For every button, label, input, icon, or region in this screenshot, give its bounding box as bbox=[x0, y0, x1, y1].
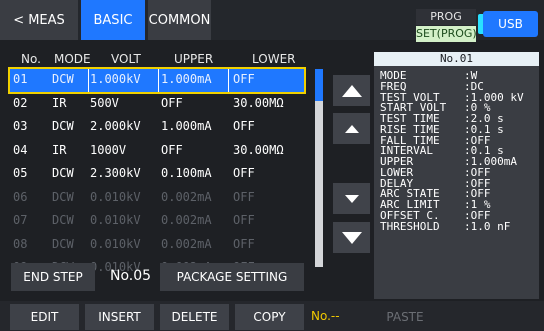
copy-button[interactable]: COPY bbox=[235, 304, 304, 330]
usb-button[interactable]: USB bbox=[478, 11, 538, 37]
scroll-down-button[interactable] bbox=[333, 183, 370, 214]
scroll-up-button[interactable] bbox=[333, 113, 370, 144]
row-lower: 30.00MΩ bbox=[233, 142, 284, 157]
table-row[interactable]: 05 DCW 2.300kV 0.100mA OFF bbox=[10, 163, 304, 186]
row-upper: 0.100mA bbox=[161, 166, 212, 180]
detail-value: :1.0 nF bbox=[464, 219, 511, 233]
row-mode: IR bbox=[52, 142, 67, 157]
table-row[interactable]: 04 IR 1000V OFF 30.00MΩ bbox=[10, 140, 304, 163]
package-setting-button[interactable]: PACKAGE SETTING bbox=[160, 263, 304, 291]
table-row[interactable]: 07 DCW 0.010kV 0.002mA OFF bbox=[10, 210, 304, 233]
end-step-value: No.05 bbox=[110, 268, 152, 284]
col-header-mode: MODE bbox=[54, 52, 91, 66]
row-mode: DCW bbox=[52, 72, 74, 86]
row-mode: DCW bbox=[52, 213, 74, 227]
cell-divider bbox=[158, 69, 159, 92]
scrollbar-thumb[interactable] bbox=[315, 69, 323, 101]
down-arrow-icon bbox=[344, 194, 359, 203]
row-upper: OFF bbox=[161, 142, 183, 157]
row-lower: OFF bbox=[233, 166, 255, 180]
row-upper: 1.000mA bbox=[161, 119, 212, 133]
end-step-button[interactable]: END STEP bbox=[11, 263, 95, 291]
copy-source-number: No.-- bbox=[311, 309, 340, 323]
row-upper: OFF bbox=[161, 95, 183, 110]
col-header-no: No. bbox=[21, 52, 41, 66]
row-no: 05 bbox=[13, 166, 28, 180]
page-up-button[interactable] bbox=[333, 75, 370, 106]
step-detail-panel: No.01 MODE:W FREQ:DC TEST VOLT:1.000 kV STA… bbox=[374, 52, 539, 299]
table-row[interactable]: 06 DCW 0.010kV 0.002mA OFF bbox=[10, 187, 304, 210]
row-lower: 30.00MΩ bbox=[233, 95, 284, 110]
row-no: 04 bbox=[13, 142, 28, 157]
row-no: 03 bbox=[13, 119, 28, 133]
double-up-arrow-icon bbox=[341, 84, 362, 97]
row-volt: 2.300kV bbox=[90, 166, 141, 180]
col-header-lower: LOWER bbox=[252, 52, 296, 66]
row-no: 01 bbox=[13, 72, 28, 86]
edit-button[interactable]: EDIT bbox=[10, 304, 79, 330]
cell-divider bbox=[88, 69, 89, 92]
up-arrow-icon bbox=[344, 124, 359, 133]
row-no: 07 bbox=[13, 213, 28, 227]
row-upper: 1.000mA bbox=[161, 72, 212, 86]
table-row[interactable]: 01 DCW 1.000kV 1.000mA OFF bbox=[8, 67, 306, 94]
col-header-volt: VOLT bbox=[111, 52, 141, 66]
row-mode: DCW bbox=[52, 119, 74, 133]
prog-indicator: PROG bbox=[416, 9, 476, 25]
row-mode: IR bbox=[52, 95, 67, 110]
row-no: 08 bbox=[13, 236, 28, 251]
double-down-arrow-icon bbox=[341, 231, 362, 244]
row-volt: 1.000kV bbox=[90, 72, 141, 86]
row-lower: OFF bbox=[233, 72, 255, 86]
page-down-button[interactable] bbox=[333, 222, 370, 253]
table-row[interactable]: 08 DCW 0.010kV 0.002mA OFF bbox=[10, 234, 304, 257]
cell-divider bbox=[228, 69, 229, 92]
row-upper: 0.002mA bbox=[161, 236, 212, 251]
tab-common[interactable]: COMMON bbox=[148, 0, 211, 40]
tab-basic[interactable]: BASIC bbox=[81, 0, 145, 40]
row-mode: DCW bbox=[52, 189, 74, 204]
row-lower: OFF bbox=[233, 236, 255, 251]
step-detail-title: No.01 bbox=[374, 52, 539, 66]
row-mode: DCW bbox=[52, 236, 74, 251]
row-lower: OFF bbox=[233, 189, 255, 204]
col-header-upper: UPPER bbox=[174, 52, 214, 66]
row-lower: OFF bbox=[233, 213, 255, 227]
paste-button[interactable]: PASTE bbox=[372, 304, 438, 330]
row-no: 02 bbox=[13, 95, 28, 110]
row-volt: 0.010kV bbox=[90, 213, 141, 227]
row-upper: 0.002mA bbox=[161, 213, 212, 227]
row-no: 06 bbox=[13, 189, 28, 204]
table-row[interactable]: 03 DCW 2.000kV 1.000mA OFF bbox=[10, 116, 304, 139]
tab-meas[interactable]: < MEAS bbox=[0, 0, 78, 40]
detail-key: THRESHOLD bbox=[380, 219, 440, 233]
row-upper: 0.002mA bbox=[161, 189, 212, 204]
set-prog-indicator: SET(PROG) bbox=[416, 26, 477, 42]
row-volt: 0.010kV bbox=[90, 236, 141, 251]
row-volt: 2.000kV bbox=[90, 119, 141, 133]
row-volt: 500V bbox=[90, 95, 119, 110]
insert-button[interactable]: INSERT bbox=[85, 304, 154, 330]
row-volt: 1000V bbox=[90, 142, 127, 157]
detail-row: THRESHOLD :1.0 nF bbox=[380, 221, 535, 232]
row-mode: DCW bbox=[52, 166, 74, 180]
table-row[interactable]: 02 IR 500V OFF 30.00MΩ bbox=[10, 93, 304, 116]
delete-button[interactable]: DELETE bbox=[160, 304, 229, 330]
row-volt: 0.010kV bbox=[90, 189, 141, 204]
row-lower: OFF bbox=[233, 119, 255, 133]
